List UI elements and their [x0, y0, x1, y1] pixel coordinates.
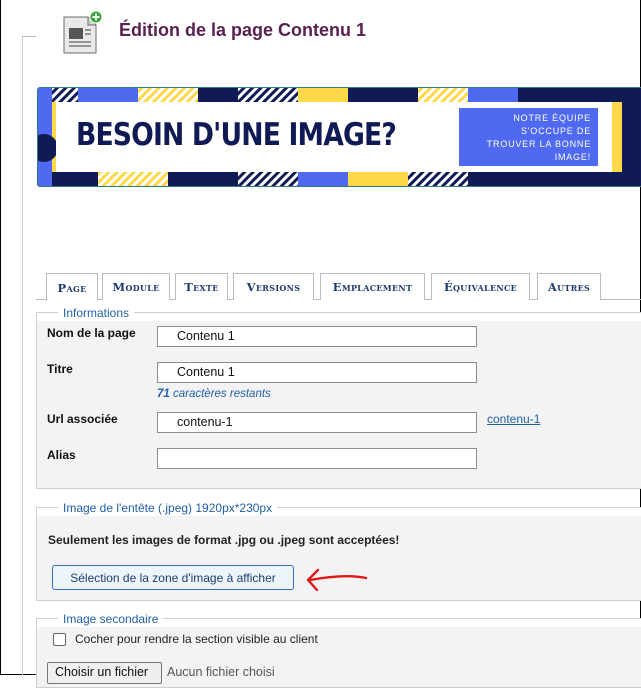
titre-label: Titre	[47, 362, 73, 376]
banner-callout-line: NOTRE ÉQUIPE	[513, 113, 591, 123]
visible-client-label: Cocher pour rendre la section visible au…	[75, 632, 318, 646]
format-note: Seulement les images de format .jpg ou .…	[48, 533, 400, 547]
banner-callout-line: IMAGE!	[554, 152, 591, 162]
tab-autres[interactable]: Autres	[537, 273, 601, 300]
visible-client-checkbox[interactable]	[53, 633, 66, 646]
select-image-zone-button[interactable]: Sélection de la zone d'image à afficher	[52, 565, 294, 590]
image-secondaire-legend: Image secondaire	[58, 611, 164, 627]
tab-texte[interactable]: Texte	[175, 273, 228, 300]
page-add-icon	[62, 10, 103, 55]
alias-label: Alias	[47, 448, 76, 462]
file-status-text: Aucun fichier choisi	[167, 665, 275, 679]
url-label: Url associée	[47, 412, 118, 426]
banner-title: BESOIN D'UNE IMAGE?	[76, 117, 397, 153]
image-entete-legend: Image de l'entête (.jpeg) 1920px*230px	[58, 500, 278, 516]
tab-page[interactable]: Page	[46, 273, 98, 301]
banner-callout: NOTRE ÉQUIPE S'OCCUPE DE TROUVER LA BONN…	[459, 108, 598, 166]
left-rule-top	[22, 36, 36, 40]
url-input[interactable]: contenu-1	[157, 412, 477, 433]
nom-input[interactable]: Contenu 1	[157, 326, 477, 347]
alias-input[interactable]	[157, 448, 477, 469]
tab-module[interactable]: Module	[102, 273, 170, 300]
banner-callout-line: S'OCCUPE DE	[520, 126, 591, 136]
banner-callout-line: TROUVER LA BONNE	[486, 139, 591, 149]
nom-label: Nom de la page	[47, 326, 136, 340]
tab-equivalence[interactable]: Équivalence	[431, 273, 530, 300]
titre-char-count: 71	[157, 388, 170, 400]
red-arrow-icon	[306, 568, 368, 592]
promo-banner[interactable]: BESOIN D'UNE IMAGE? NOTRE ÉQUIPE S'OCCUP…	[37, 87, 641, 187]
left-rule	[22, 36, 23, 676]
choose-file-button[interactable]: Choisir un fichier	[47, 662, 162, 684]
page-title: Édition de la page Contenu 1	[119, 20, 367, 40]
url-preview-link[interactable]: contenu-1	[487, 412, 540, 426]
tab-versions[interactable]: Versions	[233, 273, 314, 300]
tab-emplacement[interactable]: Emplacement	[320, 273, 425, 300]
titre-char-text: caractères restants	[169, 388, 271, 400]
titre-input[interactable]: Contenu 1	[157, 362, 477, 383]
titre-char-counter: 71 caractères restants	[157, 388, 271, 400]
informations-legend: Informations	[58, 305, 135, 321]
